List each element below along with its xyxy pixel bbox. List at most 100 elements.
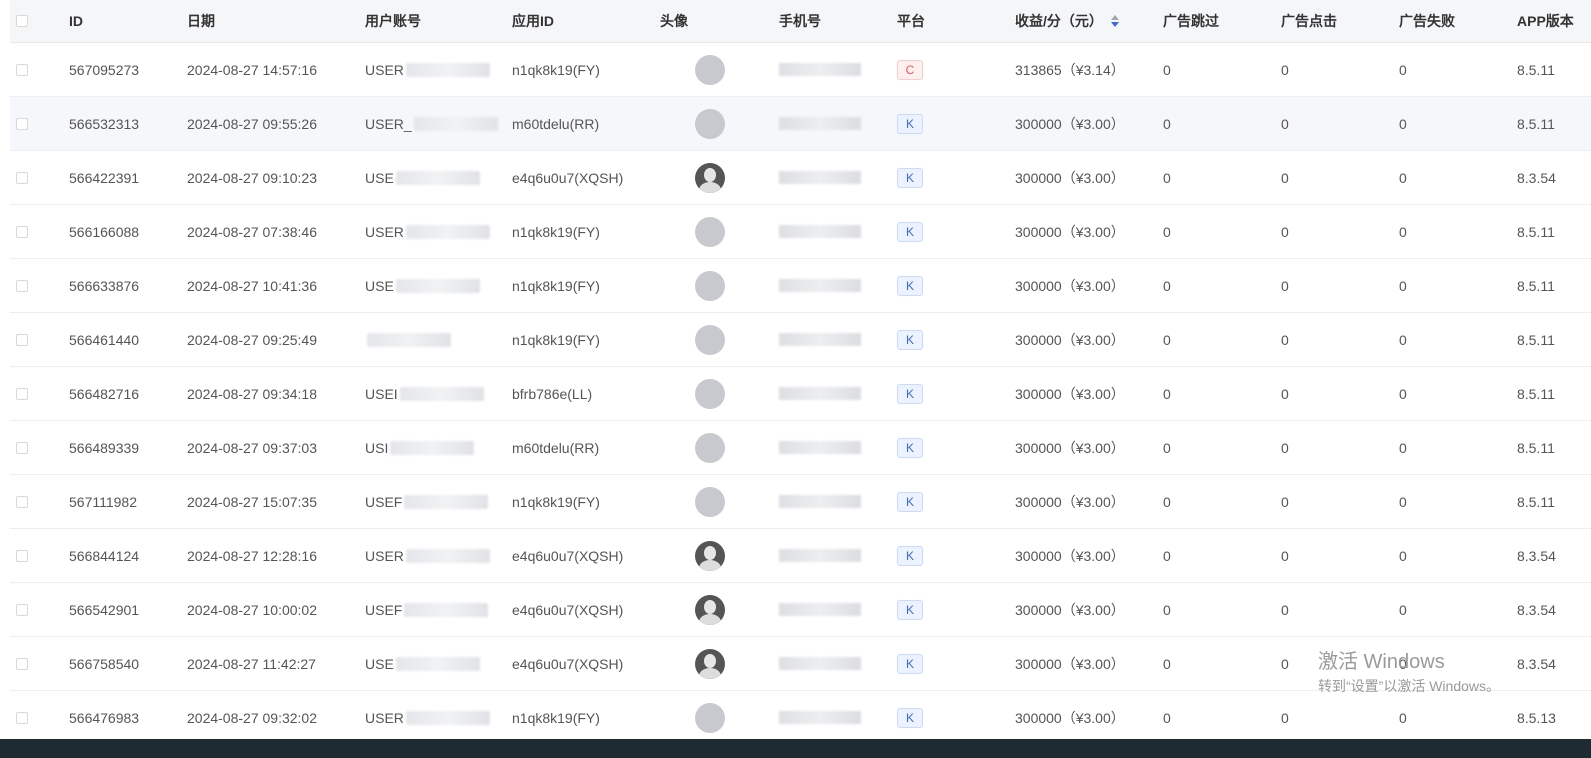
table-row[interactable]: 566489339 2024-08-27 09:37:03 USI m60tdelu(… (10, 421, 1591, 475)
cell-avatar (695, 637, 725, 690)
table-row[interactable]: 566476983 2024-08-27 09:32:02 USER n1qk8k19… (10, 691, 1591, 745)
cell-ad-fail: 0 (1399, 655, 1407, 672)
row-checkbox-cell[interactable] (16, 151, 28, 204)
row-checkbox-cell[interactable] (16, 97, 28, 150)
redacted-account (405, 710, 490, 725)
table-row[interactable]: 566532313 2024-08-27 09:55:26 USER_ m60tdel… (10, 97, 1591, 151)
cell-date: 2024-08-27 09:25:49 (187, 331, 317, 348)
table-row[interactable]: 566542901 2024-08-27 10:00:02 USEF e4q6u0u7… (10, 583, 1591, 637)
cell-date: 2024-08-27 09:37:03 (187, 439, 317, 456)
row-checkbox[interactable] (16, 117, 28, 130)
col-header-phone[interactable]: 手机号 (779, 0, 821, 42)
row-checkbox-cell[interactable] (16, 421, 28, 474)
redacted-account (367, 332, 451, 347)
table-row[interactable]: 566461440 2024-08-27 09:25:49 n1qk8k19(FY)… (10, 313, 1591, 367)
select-all-checkbox[interactable] (16, 15, 28, 27)
row-checkbox-cell[interactable] (16, 529, 28, 582)
table-row[interactable]: 566633876 2024-08-27 10:41:36 USE n1qk8k19(… (10, 259, 1591, 313)
data-table: ID 日期 用户账号 应用ID 头像 手机号 平台 收益/分（元） 广告跳过 广… (10, 0, 1591, 745)
table-row[interactable]: 566482716 2024-08-27 09:34:18 USEI bfrb786e… (10, 367, 1591, 421)
cell-ad-click: 0 (1281, 385, 1289, 402)
cell-ad-fail: 0 (1399, 547, 1407, 564)
cell-app-id: n1qk8k19(FY) (512, 223, 600, 240)
cell-ad-skip: 0 (1163, 655, 1171, 672)
row-checkbox-cell[interactable] (16, 691, 28, 744)
table-row[interactable]: 567095273 2024-08-27 14:57:16 USER n1qk8k19… (10, 43, 1591, 97)
cell-avatar (695, 475, 725, 528)
row-checkbox[interactable] (16, 63, 28, 76)
redacted-phone (779, 711, 861, 724)
table-row[interactable]: 566422391 2024-08-27 09:10:23 USE e4q6u0u7(… (10, 151, 1591, 205)
row-checkbox[interactable] (16, 387, 28, 400)
cell-ad-fail: 0 (1399, 223, 1407, 240)
cell-phone (779, 43, 861, 96)
row-checkbox[interactable] (16, 603, 28, 616)
row-checkbox[interactable] (16, 711, 28, 724)
account-text: USE (365, 277, 394, 294)
account-text: USER_ (365, 115, 412, 132)
col-header-app-id[interactable]: 应用ID (512, 0, 554, 42)
row-checkbox[interactable] (16, 333, 28, 346)
col-header-avatar[interactable]: 头像 (660, 0, 688, 42)
row-checkbox-cell[interactable] (16, 637, 28, 690)
row-checkbox-cell[interactable] (16, 475, 28, 528)
cell-income: 300000（¥3.00） (1015, 115, 1125, 132)
row-checkbox-cell[interactable] (16, 43, 28, 96)
cell-ad-skip: 0 (1163, 169, 1171, 186)
table-header: ID 日期 用户账号 应用ID 头像 手机号 平台 收益/分（元） 广告跳过 广… (10, 0, 1591, 43)
cell-platform: K (897, 691, 923, 744)
row-checkbox[interactable] (16, 279, 28, 292)
col-header-app-version[interactable]: APP版本 (1517, 0, 1574, 42)
avatar (695, 54, 725, 85)
table-row[interactable]: 567111982 2024-08-27 15:07:35 USEF n1qk8k19… (10, 475, 1591, 529)
sort-icon[interactable] (1110, 15, 1119, 27)
row-checkbox[interactable] (16, 495, 28, 508)
cell-app-id: n1qk8k19(FY) (512, 493, 600, 510)
table-row[interactable]: 566758540 2024-08-27 11:42:27 USE e4q6u0u7(… (10, 637, 1591, 691)
avatar (695, 270, 725, 301)
row-checkbox-cell[interactable] (16, 259, 28, 312)
row-checkbox[interactable] (16, 225, 28, 238)
cell-version: 8.5.11 (1517, 277, 1555, 294)
cell-id: 566166088 (69, 223, 140, 240)
cell-platform: K (897, 367, 923, 420)
select-all-checkbox-cell[interactable] (16, 0, 28, 42)
cell-ad-skip: 0 (1163, 277, 1171, 294)
cell-platform: K (897, 259, 923, 312)
table-row[interactable]: 566844124 2024-08-27 12:28:16 USER e4q6u0u7… (10, 529, 1591, 583)
row-checkbox-cell[interactable] (16, 583, 28, 636)
cell-ad-click: 0 (1281, 61, 1289, 78)
cell-version: 8.5.11 (1517, 223, 1555, 240)
col-header-date[interactable]: 日期 (187, 0, 215, 42)
avatar (695, 432, 725, 463)
col-header-income[interactable]: 收益/分（元） (1015, 0, 1119, 42)
cell-version: 8.5.11 (1517, 61, 1555, 78)
row-checkbox[interactable] (16, 441, 28, 454)
platform-badge: K (897, 383, 923, 404)
row-checkbox[interactable] (16, 171, 28, 184)
cell-platform: C (897, 43, 923, 96)
table-row[interactable]: 566166088 2024-08-27 07:38:46 USER n1qk8k19… (10, 205, 1591, 259)
col-header-ad-fail[interactable]: 广告失败 (1399, 0, 1455, 42)
avatar (695, 162, 725, 193)
row-checkbox-cell[interactable] (16, 367, 28, 420)
platform-badge: K (897, 167, 923, 188)
avatar (695, 594, 725, 625)
col-header-ad-click[interactable]: 广告点击 (1281, 0, 1337, 42)
col-header-id[interactable]: ID (69, 0, 83, 42)
taskbar[interactable] (0, 739, 1591, 758)
col-header-account[interactable]: 用户账号 (365, 0, 421, 42)
cell-account: USER (365, 529, 490, 582)
redacted-account (395, 278, 480, 293)
cell-phone (779, 583, 861, 636)
col-header-ad-skip[interactable]: 广告跳过 (1163, 0, 1219, 42)
row-checkbox[interactable] (16, 657, 28, 670)
col-header-platform[interactable]: 平台 (897, 0, 925, 42)
cell-account: USEF (365, 583, 489, 636)
row-checkbox-cell[interactable] (16, 205, 28, 258)
redacted-phone (779, 549, 861, 562)
cell-account: USEF (365, 475, 489, 528)
cell-date: 2024-08-27 09:32:02 (187, 709, 317, 726)
row-checkbox-cell[interactable] (16, 313, 28, 366)
row-checkbox[interactable] (16, 549, 28, 562)
